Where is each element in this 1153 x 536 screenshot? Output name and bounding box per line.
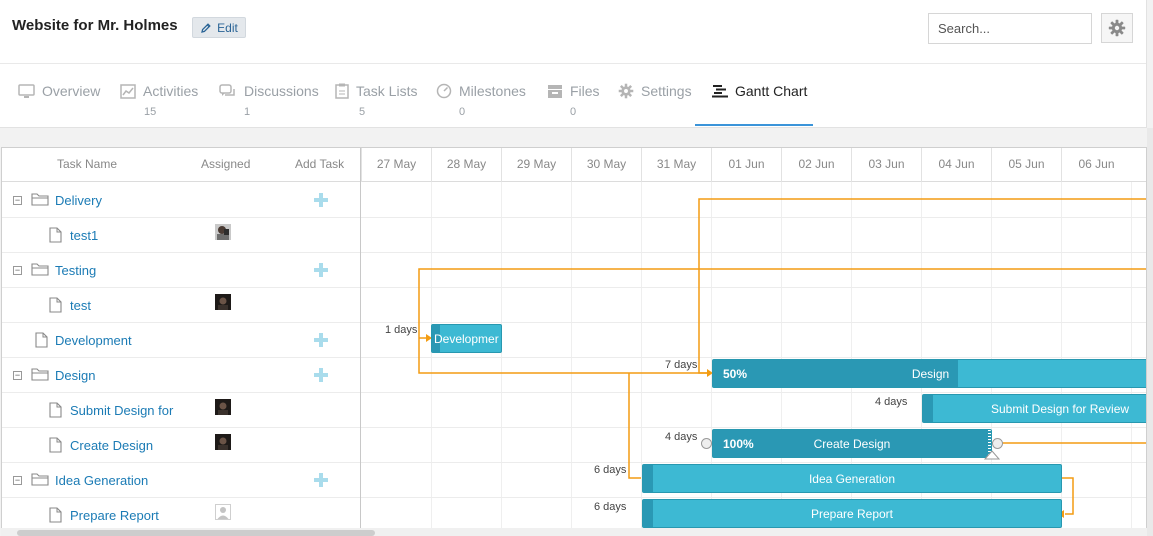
task-bar-design[interactable]: 50% Design xyxy=(712,359,1146,388)
dependency-link xyxy=(698,198,1146,374)
project-header: Website for Mr. Holmes Edit Overview xyxy=(0,0,1147,128)
tab-gantt-chart[interactable]: Gantt Chart xyxy=(712,64,812,127)
lag-label: 4 days xyxy=(875,396,908,408)
bar-label: Design xyxy=(911,367,950,381)
progress-drag-handle[interactable] xyxy=(984,450,1000,460)
lag-label: 4 days xyxy=(665,431,698,443)
edit-button[interactable]: Edit xyxy=(192,17,246,38)
monitor-icon xyxy=(18,83,35,98)
task-bar-idea-generation[interactable]: Idea Generation xyxy=(642,464,1062,493)
scrollbar-thumb[interactable] xyxy=(17,530,375,536)
lag-label: 6 days xyxy=(594,501,627,513)
tab-label: Activities xyxy=(143,83,199,99)
bar-label: Submit Design for Review xyxy=(991,402,1130,416)
tab-settings[interactable]: Settings xyxy=(618,64,696,127)
tab-milestones[interactable]: Milestones 0 xyxy=(436,64,531,127)
pencil-icon xyxy=(201,22,211,33)
lag-label: 1 days xyxy=(385,324,418,336)
dependency-link xyxy=(418,268,1146,374)
link-handle-end[interactable] xyxy=(992,438,1003,449)
tab-files[interactable]: Files 0 xyxy=(547,64,605,127)
tab-overview[interactable]: Overview xyxy=(18,64,108,127)
horizontal-scrollbar[interactable] xyxy=(1,528,1147,536)
project-title: Website for Mr. Holmes xyxy=(12,17,178,34)
tab-label: Gantt Chart xyxy=(735,83,808,99)
discussion-bubbles-icon xyxy=(219,83,235,96)
search-input[interactable] xyxy=(928,13,1092,44)
tab-label: Settings xyxy=(641,83,692,99)
gear-icon xyxy=(1108,19,1126,37)
bar-label: Idea Generation xyxy=(808,472,896,486)
tab-label: Files xyxy=(570,83,600,99)
tab-label: Milestones xyxy=(459,83,526,99)
active-tab-indicator xyxy=(695,124,813,126)
file-tray-icon xyxy=(548,84,562,98)
page: Website for Mr. Holmes Edit Overview xyxy=(0,0,1153,536)
dependency-link xyxy=(628,373,641,479)
tab-label: Overview xyxy=(42,83,101,99)
lag-label: 6 days xyxy=(594,464,627,476)
bar-label: Create Design xyxy=(813,437,891,451)
clipboard-icon xyxy=(335,83,349,99)
tab-discussions[interactable]: Discussions 1 xyxy=(219,64,319,127)
tab-count: 5 xyxy=(359,106,366,118)
tab-count: 15 xyxy=(144,106,157,118)
gantt-chart: Task Name Assigned Add Task 27 May 28 May… xyxy=(1,147,1147,536)
tab-label: Discussions xyxy=(244,83,319,99)
task-bar-submit-design[interactable]: Submit Design for Review xyxy=(922,394,1146,423)
tab-count: 0 xyxy=(459,106,466,118)
tab-label: Task Lists xyxy=(356,83,418,99)
link-handle-start[interactable] xyxy=(701,438,712,449)
gear-icon xyxy=(618,83,634,99)
bar-label: Prepare Report xyxy=(810,507,894,521)
edit-button-label: Edit xyxy=(217,20,238,35)
bar-progress xyxy=(923,395,933,422)
task-bar-prepare-report[interactable]: Prepare Report xyxy=(642,499,1062,528)
task-bar-development[interactable]: Developmer xyxy=(431,324,502,353)
tab-activities[interactable]: Activities 15 xyxy=(120,64,205,127)
task-bar-create-design[interactable]: 100% Create Design xyxy=(712,429,992,458)
milestone-gauge-icon xyxy=(436,83,452,99)
tab-count: 0 xyxy=(570,106,577,118)
tab-task-lists[interactable]: Task Lists 5 xyxy=(335,64,420,127)
gantt-icon xyxy=(712,85,728,98)
tab-count: 1 xyxy=(244,106,251,118)
vertical-scrollbar[interactable] xyxy=(1147,128,1153,536)
activity-chart-icon xyxy=(120,83,136,99)
settings-gear-button[interactable] xyxy=(1101,13,1133,43)
lag-label: 7 days xyxy=(665,359,698,371)
dependency-link xyxy=(1062,477,1074,515)
bar-label: Developmer xyxy=(434,332,499,346)
